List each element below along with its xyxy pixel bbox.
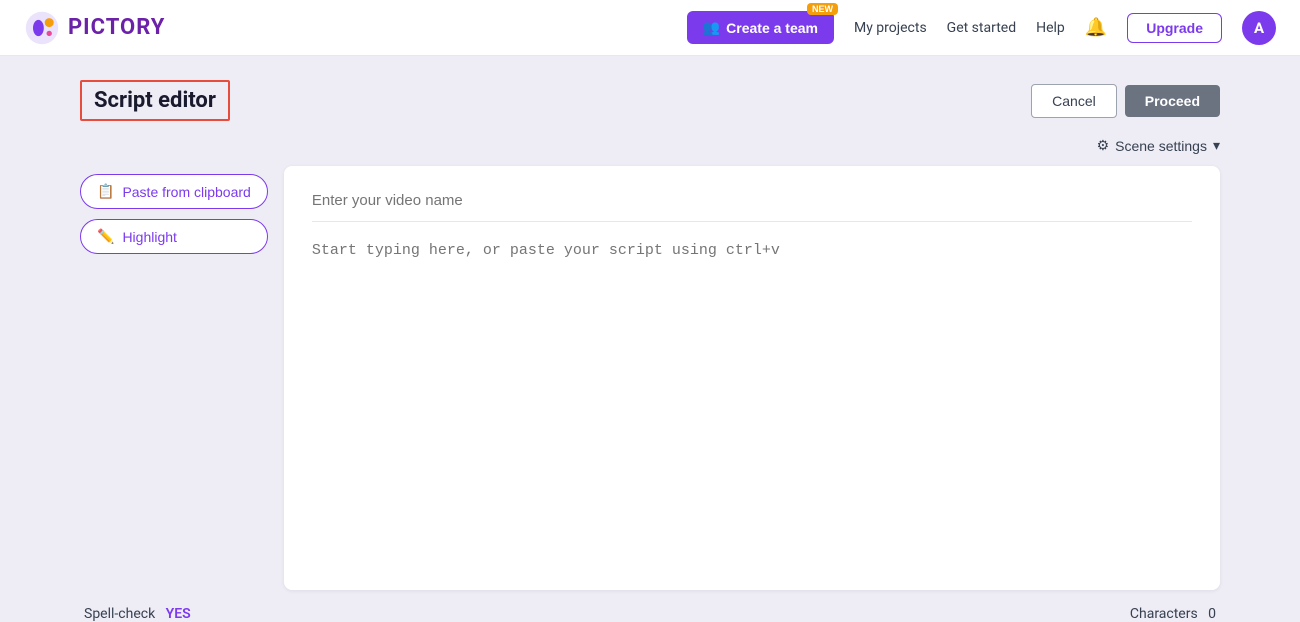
new-badge: NEW (807, 3, 838, 15)
cancel-button[interactable]: Cancel (1031, 84, 1117, 118)
editor-card (284, 166, 1220, 590)
navbar: PICTORY 👥 Create a team NEW My projects … (0, 0, 1300, 56)
header-actions: Cancel Proceed (1031, 84, 1220, 118)
spell-check-label: Spell-check (84, 606, 155, 622)
help-link[interactable]: Help (1036, 20, 1065, 36)
highlight-icon: ✏️ (97, 228, 114, 245)
editor-footer: Spell-check YES Characters 0 (80, 606, 1220, 622)
bell-icon[interactable]: 🔔 (1085, 17, 1107, 38)
get-started-link[interactable]: Get started (947, 20, 1016, 36)
script-textarea[interactable] (312, 242, 1192, 562)
spell-check-value[interactable]: YES (166, 606, 191, 622)
scene-settings-button[interactable]: ⚙ Scene settings ▾ (1097, 137, 1220, 154)
navbar-left: PICTORY (24, 10, 165, 46)
logo-text: PICTORY (68, 15, 165, 40)
gear-icon: ⚙ (1097, 137, 1110, 154)
proceed-button[interactable]: Proceed (1125, 85, 1220, 117)
video-name-input[interactable] (312, 192, 1192, 222)
spell-check-row: Spell-check YES (84, 606, 191, 622)
main-content: Script editor Cancel Proceed ⚙ Scene set… (0, 56, 1300, 622)
page-header: Script editor Cancel Proceed (80, 80, 1220, 121)
scene-settings-label: Scene settings (1115, 138, 1207, 154)
scene-settings-row: ⚙ Scene settings ▾ (80, 137, 1220, 154)
pictory-logo-icon (24, 10, 60, 46)
paste-from-clipboard-button[interactable]: 📋 Paste from clipboard (80, 174, 268, 209)
editor-row: 📋 Paste from clipboard ✏️ Highlight (80, 166, 1220, 590)
page-title: Script editor (80, 80, 230, 121)
team-icon: 👥 (703, 19, 720, 36)
characters-count: 0 (1208, 606, 1216, 622)
highlight-label: Highlight (122, 229, 176, 245)
characters-row: Characters 0 (1130, 606, 1216, 622)
clipboard-icon: 📋 (97, 183, 114, 200)
create-team-button[interactable]: 👥 Create a team NEW (687, 11, 834, 44)
avatar[interactable]: A (1242, 11, 1276, 45)
characters-label: Characters (1130, 606, 1198, 622)
paste-label: Paste from clipboard (122, 184, 250, 200)
highlight-button[interactable]: ✏️ Highlight (80, 219, 268, 254)
chevron-down-icon: ▾ (1213, 137, 1220, 154)
sidebar-actions: 📋 Paste from clipboard ✏️ Highlight (80, 166, 268, 254)
my-projects-link[interactable]: My projects (854, 20, 927, 36)
navbar-right: 👥 Create a team NEW My projects Get star… (687, 11, 1276, 45)
upgrade-button[interactable]: Upgrade (1127, 13, 1222, 43)
